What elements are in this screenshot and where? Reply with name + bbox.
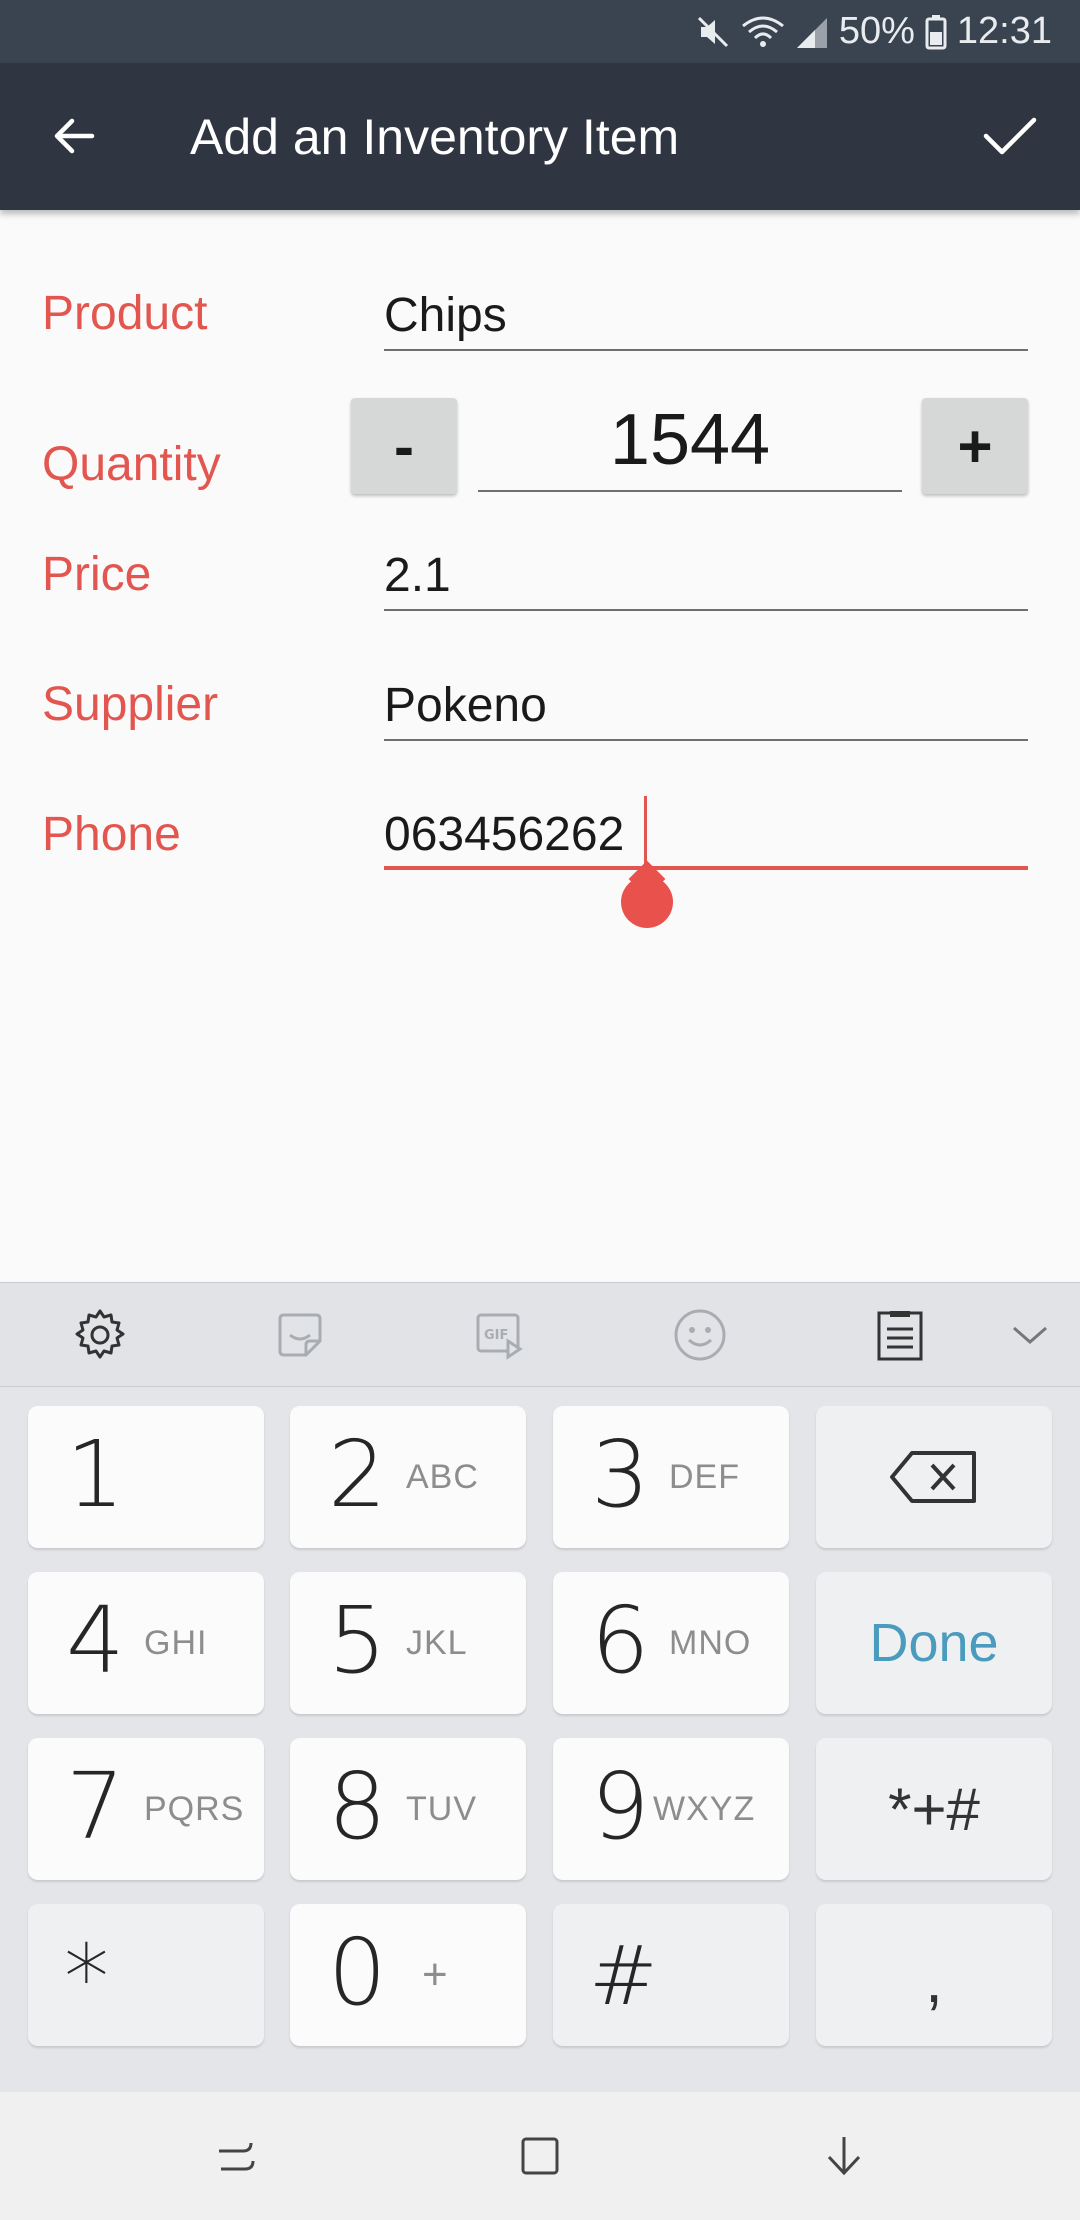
key-letters: ABC [406,1458,479,1496]
emoji-button[interactable] [670,1305,730,1365]
supplier-label: Supplier [42,678,219,731]
cursor-handle[interactable] [621,876,673,928]
back-button[interactable] [34,101,114,171]
key-digit: 5 [328,1587,387,1694]
mute-icon [697,16,728,47]
phone-label: Phone [42,808,181,861]
price-field[interactable]: 2.1 [384,541,1028,611]
key-digit: 2 [328,1421,387,1528]
key-5[interactable]: 5 JKL [290,1572,526,1714]
sticker-button[interactable] [270,1305,330,1365]
decrease-quantity-button[interactable]: - [351,398,457,494]
keyboard-toolbar: GIF [0,1282,1080,1387]
recents-icon [219,2142,255,2171]
collapse-toolbar-button[interactable] [1000,1305,1060,1365]
text-cursor [644,796,647,866]
key-digit: 9 [591,1753,650,1860]
key-digit: 8 [328,1753,387,1860]
sticker-icon [278,1313,322,1357]
key-digit: 6 [591,1587,650,1694]
numeric-keyboard: GIF 1 2 ABC 3 DEF 4 GHI 5 JKL 6 MNO Done… [0,1282,1080,2092]
arrow-left-icon [54,118,95,154]
save-button[interactable] [970,101,1050,171]
comma-key[interactable]: , [816,1904,1052,2046]
key-digit: 7 [66,1753,125,1860]
product-field[interactable]: Chips [384,281,1028,351]
key-digit: 0 [328,1919,387,2026]
supplier-field[interactable]: Pokeno [384,671,1028,741]
home-icon [521,2137,559,2175]
hash-label: # [589,1929,658,2024]
quantity-field[interactable]: 1544 [478,392,902,492]
key-7[interactable]: 7 PQRS [28,1738,264,1880]
status-icons: 50% 12:31 [695,0,1052,63]
clipboard-button[interactable] [870,1305,930,1365]
key-0[interactable]: 0 + [290,1904,526,2046]
svg-text:GIF: GIF [484,1328,508,1343]
key-4[interactable]: 4 GHI [28,1572,264,1714]
checkmark-icon [983,117,1037,155]
key-letters: TUV [406,1790,477,1828]
comma-label: , [925,1944,943,2016]
price-label: Price [42,548,152,601]
emoji-icon [674,1309,726,1361]
done-label: Done [869,1613,999,1673]
page-title: Add an Inventory Item [190,109,680,165]
gif-button[interactable]: GIF [470,1305,530,1365]
key-digit: 3 [591,1421,650,1528]
key-digit: 1 [66,1421,125,1528]
navigation-bar [0,2092,1080,2220]
clipboard-icon [877,1311,923,1361]
key-letters: MNO [669,1624,752,1662]
key-letters: GHI [144,1624,208,1662]
battery-percentage: 50% [838,10,915,52]
star-key[interactable]: * [28,1904,264,2046]
key-3[interactable]: 3 DEF [553,1406,789,1548]
backspace-key[interactable] [816,1406,1052,1548]
key-letters: DEF [669,1458,740,1496]
keyboard-settings-button[interactable] [70,1305,130,1365]
backspace-icon [890,1451,976,1503]
status-bar: 50% 12:31 [0,0,1080,63]
app-bar: Add an Inventory Item [0,63,1080,210]
increase-quantity-button[interactable]: + [922,398,1028,494]
chevron-down-icon [1013,1326,1047,1344]
key-digit: 4 [66,1587,125,1694]
hide-keyboard-button[interactable] [814,2126,874,2186]
recents-button[interactable] [208,2126,268,2186]
symbols-key[interactable]: *+# [816,1738,1052,1880]
clock: 12:31 [956,10,1052,52]
key-1[interactable]: 1 [28,1406,264,1548]
home-button[interactable] [510,2126,570,2186]
key-2[interactable]: 2 ABC [290,1406,526,1548]
hide-keyboard-icon [827,2137,861,2176]
hash-key[interactable]: # [553,1904,789,2046]
backspace-container [816,1406,1052,1548]
settings-icon [75,1309,125,1359]
phone-field[interactable]: 063456262 [384,800,1028,870]
key-letters: + [422,1950,449,1999]
key-letters: WXYZ [653,1790,756,1828]
signal-icon [796,17,827,48]
key-9[interactable]: 9 WXYZ [553,1738,789,1880]
quantity-label: Quantity [42,438,221,491]
battery-icon [925,14,947,49]
key-8[interactable]: 8 TUV [290,1738,526,1880]
key-letters: PQRS [144,1790,245,1828]
product-label: Product [42,287,208,340]
wifi-icon [741,16,784,47]
star-label: * [64,1926,109,2031]
key-6[interactable]: 6 MNO [553,1572,789,1714]
symbols-label: *+# [888,1775,980,1843]
key-letters: JKL [406,1624,468,1662]
gif-icon: GIF [476,1313,523,1360]
done-key[interactable]: Done [816,1572,1052,1714]
